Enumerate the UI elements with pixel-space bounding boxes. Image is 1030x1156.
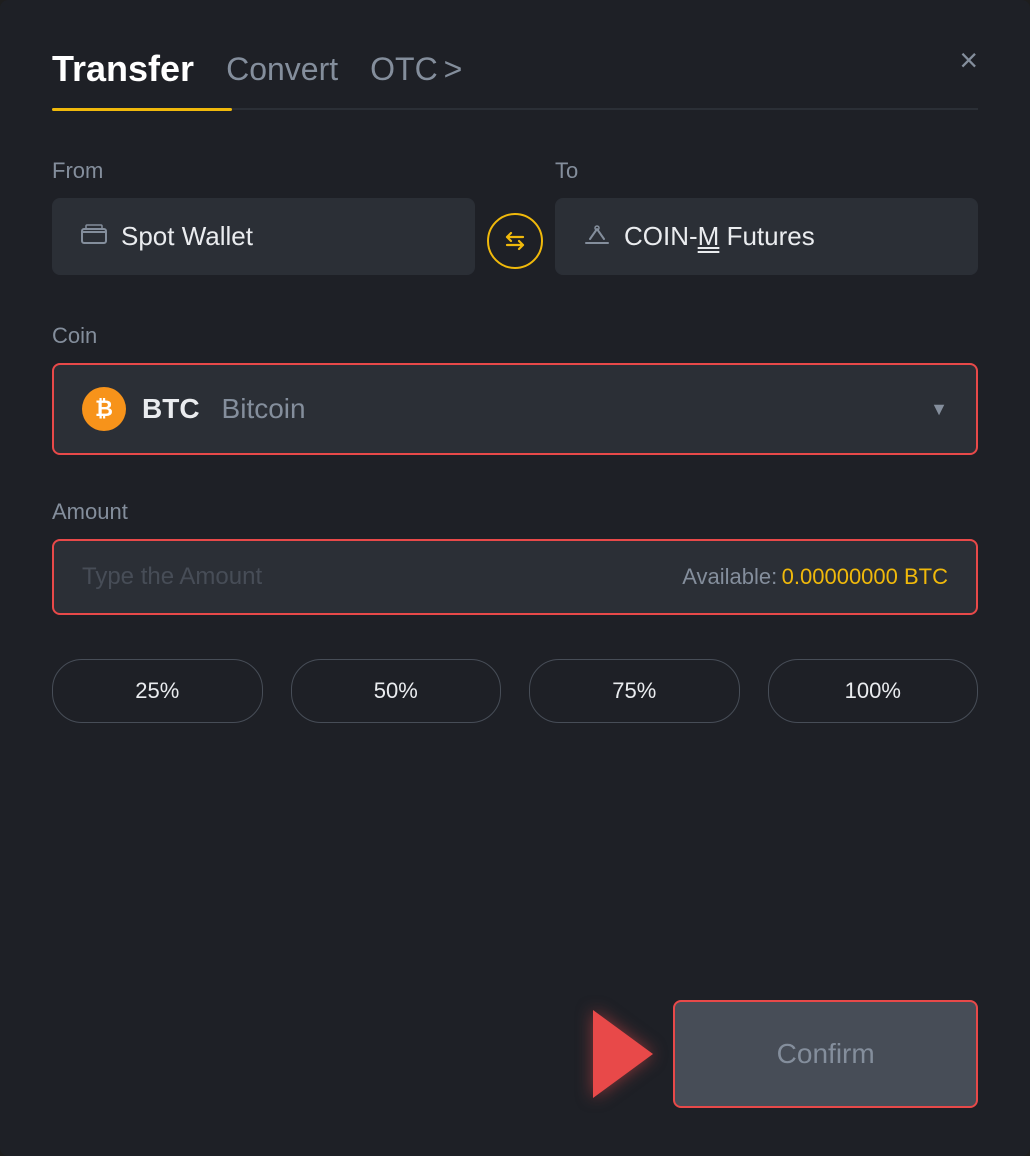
pct-50-button[interactable]: 50%	[291, 659, 502, 723]
from-label: From	[52, 158, 475, 184]
btc-icon: ₿	[82, 387, 126, 431]
tab-convert[interactable]: Convert	[226, 51, 338, 88]
confirm-button[interactable]: Confirm	[673, 1000, 978, 1108]
pct-25-button[interactable]: 25%	[52, 659, 263, 723]
modal-header: Transfer Convert OTC > ×	[52, 48, 978, 90]
arrow-container	[353, 1010, 674, 1098]
amount-placeholder: Type the Amount	[82, 563, 262, 591]
tab-otc[interactable]: OTC >	[370, 51, 462, 88]
pct-75-button[interactable]: 75%	[529, 659, 740, 723]
close-button[interactable]: ×	[959, 44, 978, 76]
to-wallet-selector[interactable]: COIN-M Futures	[555, 198, 978, 275]
futures-icon	[584, 223, 610, 251]
amount-label: Amount	[52, 499, 978, 525]
from-to-row: From Spot Wallet	[52, 158, 978, 275]
tab-underline	[52, 108, 978, 110]
coin-label: Coin	[52, 323, 978, 349]
to-label: To	[555, 158, 978, 184]
wallet-icon	[81, 224, 107, 250]
percentage-row: 25% 50% 75% 100%	[52, 659, 978, 723]
bottom-area: Confirm	[52, 960, 978, 1108]
available-display: Available: 0.00000000 BTC	[682, 564, 948, 590]
available-label: Available:	[682, 564, 777, 589]
coin-section: Coin ₿ BTC Bitcoin ▼	[52, 323, 978, 455]
tab-transfer[interactable]: Transfer	[52, 48, 194, 90]
pct-100-button[interactable]: 100%	[768, 659, 979, 723]
coin-name: Bitcoin	[222, 393, 306, 425]
otc-chevron-icon: >	[444, 51, 463, 88]
amount-section: Amount Type the Amount Available: 0.0000…	[52, 499, 978, 615]
swap-button[interactable]	[487, 213, 543, 269]
swap-container	[475, 213, 555, 275]
from-section: From Spot Wallet	[52, 158, 475, 275]
available-value: 0.00000000 BTC	[782, 564, 948, 589]
from-wallet-selector[interactable]: Spot Wallet	[52, 198, 475, 275]
transfer-modal: Transfer Convert OTC > × From Spot Wall	[0, 0, 1030, 1156]
amount-input-box[interactable]: Type the Amount Available: 0.00000000 BT…	[52, 539, 978, 615]
coin-symbol: BTC	[142, 393, 200, 425]
arrow-right-icon	[593, 1010, 653, 1098]
from-wallet-name: Spot Wallet	[121, 221, 253, 252]
coin-selector[interactable]: ₿ BTC Bitcoin ▼	[52, 363, 978, 455]
active-tab-indicator	[52, 108, 232, 111]
to-wallet-name: COIN-M Futures	[624, 221, 815, 252]
chevron-down-icon: ▼	[930, 399, 948, 420]
to-section: To COIN-M Futures	[555, 158, 978, 275]
